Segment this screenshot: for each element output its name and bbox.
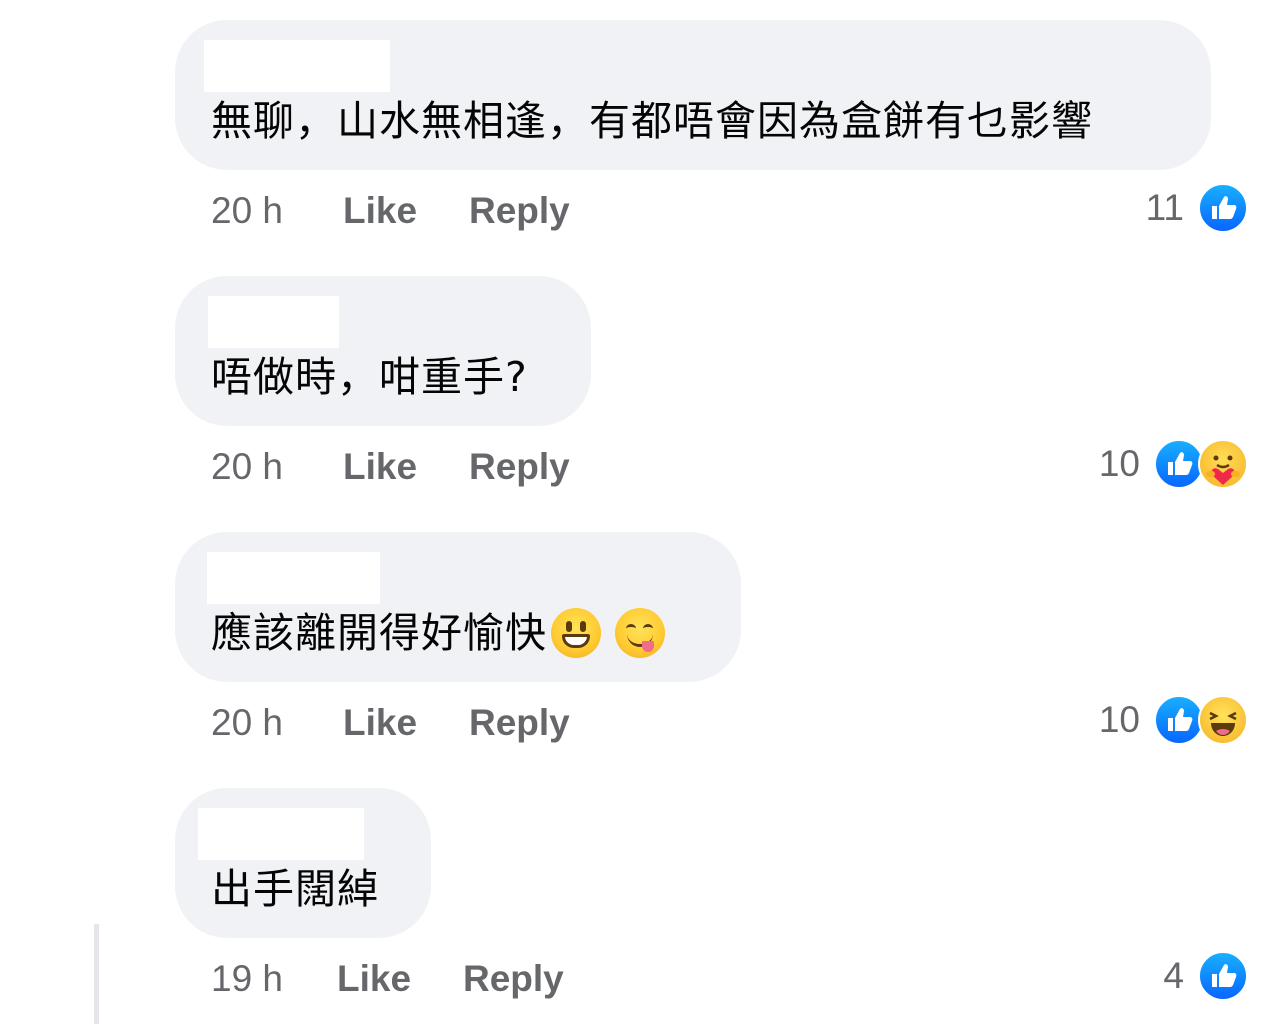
like-reaction-icon [1154,439,1204,489]
reactions-summary[interactable]: 11 [1146,182,1248,234]
comment-timestamp[interactable]: 20 h [211,442,283,492]
reactions-summary[interactable]: 10 [1099,694,1248,746]
haha-reaction-icon [1198,695,1248,745]
comment-bubble: 應該離開得好愉快 [175,532,741,682]
reply-button[interactable]: Reply [469,186,570,236]
comment-bubble: 出手闊綽 [175,788,431,938]
like-button[interactable]: Like [343,442,417,492]
comment-timestamp[interactable]: 20 h [211,186,283,236]
like-reaction-icon [1198,951,1248,1001]
care-reaction-icon [1198,439,1248,489]
like-button[interactable]: Like [343,698,417,748]
reply-thread-line [94,924,99,1024]
comment-text-content: 應該離開得好愉快 [211,609,547,657]
yum-face-emoji [615,608,665,658]
reaction-count: 4 [1163,955,1184,996]
reply-button[interactable]: Reply [463,954,564,1004]
comment-bubble: 無聊，山水無相逢，有都唔會因為盒餅有乜影響 [175,20,1211,170]
comment-bubble: 唔做時，咁重手? [175,276,591,426]
redacted-author-name [204,40,390,92]
reaction-count: 10 [1098,699,1140,740]
reactions-summary[interactable]: 10 [1099,438,1248,490]
reaction-count: 10 [1098,443,1140,484]
comment-text: 出手闊綽 [211,865,379,913]
like-button[interactable]: Like [343,186,417,236]
redacted-author-name [208,296,339,348]
reply-button[interactable]: Reply [469,442,570,492]
reactions-summary[interactable]: 4 [1163,950,1248,1002]
reaction-count: 11 [1145,187,1184,228]
comment-text: 無聊，山水無相逢，有都唔會因為盒餅有乜影響 [211,97,1093,145]
redacted-author-name [207,552,380,604]
like-reaction-icon [1154,695,1204,745]
like-reaction-icon [1198,183,1248,233]
like-button[interactable]: Like [337,954,411,1004]
comment-text: 應該離開得好愉快 [211,608,665,661]
comment-text: 唔做時，咁重手? [211,353,528,401]
redacted-author-name [198,808,364,860]
comment-timestamp[interactable]: 20 h [211,698,283,748]
reply-button[interactable]: Reply [469,698,570,748]
grinning-face-emoji [551,608,601,658]
comment-timestamp[interactable]: 19 h [211,954,283,1004]
